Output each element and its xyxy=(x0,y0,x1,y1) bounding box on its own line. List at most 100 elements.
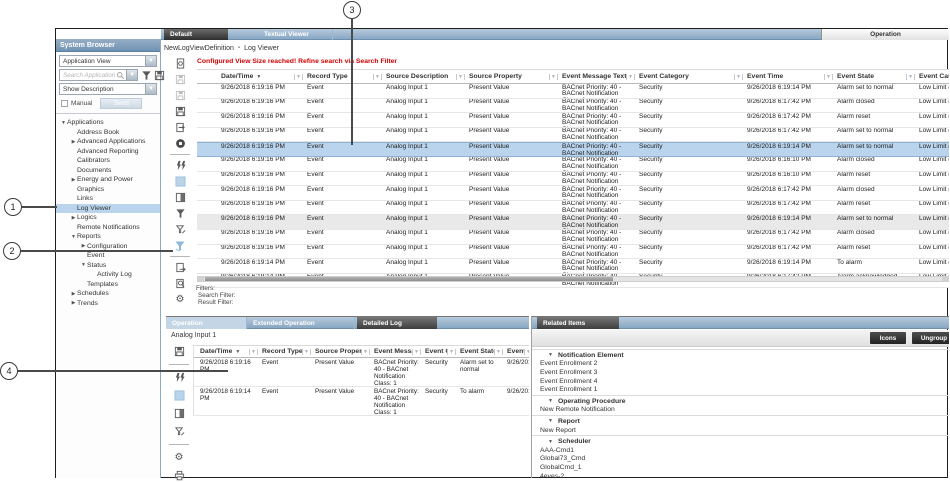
tree-item-documents[interactable]: Documents xyxy=(56,166,160,176)
tree-item-advanced-reporting[interactable]: Advanced Reporting xyxy=(56,147,160,157)
filter-edit-icon[interactable] xyxy=(172,425,186,438)
settings-icon[interactable]: ⚙ xyxy=(172,451,186,464)
related-item[interactable]: Event Enrollment 3 xyxy=(532,368,949,377)
column-header-event-time[interactable]: Event Time▼ xyxy=(745,70,835,83)
tree-item-event[interactable]: Event xyxy=(56,251,160,261)
table-row[interactable]: 9/26/2018 6:19:14 PMEventAnalog Input 1P… xyxy=(197,259,949,274)
related-item[interactable]: Event Enrollment 2 xyxy=(532,360,949,369)
table-row[interactable]: 9/26/2018 6:19:16 PMEventAnalog Input 1P… xyxy=(197,172,949,187)
table-row[interactable]: 9/26/2018 6:19:16 PMEventAnalog Input 1P… xyxy=(197,142,949,157)
column-filter-icon[interactable]: ▼ xyxy=(249,349,258,355)
related-item[interactable]: New Report xyxy=(532,426,949,435)
related-group-report[interactable]: ▼Report xyxy=(532,417,949,426)
tree-item-graphics[interactable]: Graphics xyxy=(56,185,160,195)
table-row[interactable]: 9/26/2018 6:19:16 PMEventAnalog Input 1P… xyxy=(197,230,949,245)
refresh-icon[interactable] xyxy=(173,159,187,172)
highlight-icon[interactable] xyxy=(172,389,186,402)
column-header-event-message-text[interactable]: Event Message Text▼ xyxy=(560,70,637,83)
tree-item-schedules[interactable]: ▶Schedules xyxy=(56,289,160,299)
record-stop-icon[interactable] xyxy=(173,137,187,150)
tree-item-log-viewer[interactable]: Log Viewer xyxy=(56,204,160,214)
tab-related-items[interactable]: Related Items xyxy=(537,317,619,329)
column-filter-icon[interactable]: ▼ xyxy=(824,74,833,80)
save-all-icon[interactable] xyxy=(173,105,187,118)
settings-icon[interactable]: ⚙ xyxy=(173,293,187,306)
column-filter-icon[interactable]: ▼ xyxy=(524,349,529,355)
chevron-down-icon[interactable]: ▼ xyxy=(145,84,156,94)
table-row[interactable]: 9/26/2018 6:19:16 PMEventAnalog Input 1P… xyxy=(197,99,949,114)
related-item[interactable]: AAA-Cmd1 xyxy=(532,446,949,455)
column-header-source-property[interactable]: Source Property▼ xyxy=(313,346,372,357)
send-button[interactable]: Send xyxy=(100,98,142,109)
tab-default[interactable]: Default xyxy=(164,29,228,40)
collapse-icon[interactable]: ▼ xyxy=(548,352,553,358)
tree-item-reports[interactable]: ▼Reports xyxy=(56,232,160,242)
tree-item-links[interactable]: Links xyxy=(56,194,160,204)
expand-icon[interactable]: ▶ xyxy=(70,291,77,297)
chevron-down-icon[interactable]: ▼ xyxy=(126,70,137,80)
related-item[interactable]: GlobalCmd_1 xyxy=(532,463,949,472)
column-filter-icon[interactable]: ▼ xyxy=(412,349,421,355)
filter-icon[interactable] xyxy=(141,70,152,81)
column-header-date-time[interactable]: Date/Time▼▼ xyxy=(219,70,305,83)
icons-button[interactable]: Icons xyxy=(870,332,906,344)
chevron-down-icon[interactable]: ▼ xyxy=(145,56,156,66)
tab-textual-viewer[interactable]: Textual Viewer xyxy=(241,29,333,40)
table-row[interactable]: 9/26/2018 6:19:16 PMEventAnalog Input 1P… xyxy=(197,201,949,216)
display-mode-dropdown[interactable]: Show Description ▼ xyxy=(59,83,157,95)
save-icon[interactable] xyxy=(154,70,165,81)
collapse-icon[interactable]: ▼ xyxy=(60,120,67,126)
related-item[interactable]: Event Enrollment 1 xyxy=(532,385,949,394)
export-doc-icon[interactable] xyxy=(173,121,187,134)
column-filter-icon[interactable]: ▼ xyxy=(494,349,503,355)
column-header-event-time[interactable]: Event Time▼ xyxy=(505,346,529,357)
expand-icon[interactable]: ▶ xyxy=(70,215,77,221)
column-header-event-message-text[interactable]: Event Message Text▼ xyxy=(372,346,423,357)
tree-item-logics[interactable]: ▶Logics xyxy=(56,213,160,223)
columns-icon[interactable] xyxy=(172,407,186,420)
column-header-record-type[interactable]: Record Type▼ xyxy=(260,346,313,357)
column-filter-icon[interactable]: ▼ xyxy=(734,74,743,80)
page-export-icon[interactable] xyxy=(173,261,187,274)
tree-item-trends[interactable]: ▶Trends xyxy=(56,299,160,309)
column-header-source-property[interactable]: Source Property▼ xyxy=(467,70,560,83)
related-group-operating-procedure[interactable]: ▼Operating Procedure xyxy=(532,397,949,406)
expand-icon[interactable]: ▶ xyxy=(70,177,77,183)
related-item[interactable]: Event Enrollment 4 xyxy=(532,377,949,386)
tab-operation-bottom[interactable]: Operation xyxy=(166,317,247,329)
table-row[interactable]: 9/26/2018 6:19:16 PMEventAnalog Input 1P… xyxy=(197,157,949,172)
related-group-notification-element[interactable]: ▼Notification Element xyxy=(532,351,949,360)
column-header-record-type[interactable]: Record Type▼ xyxy=(305,70,384,83)
column-header-event-category[interactable]: Event Category▼ xyxy=(423,346,458,357)
highlight-icon[interactable] xyxy=(173,175,187,188)
table-row[interactable]: 9/26/2018 6:19:16 PMEventAnalog Input 1P… xyxy=(197,245,949,260)
related-item[interactable]: New Remote Notification xyxy=(532,406,949,415)
breadcrumb-log-viewer[interactable]: Log Viewer xyxy=(244,45,279,52)
column-header-event-state[interactable]: Event State▼ xyxy=(458,346,505,357)
column-filter-icon[interactable]: ▼ xyxy=(447,349,456,355)
collapse-icon[interactable]: ▼ xyxy=(548,398,553,404)
columns-icon[interactable] xyxy=(173,191,187,204)
tree-item-activity-log[interactable]: Activity Log xyxy=(56,270,160,280)
column-filter-icon[interactable]: ▼ xyxy=(361,349,370,355)
column-header-date-time[interactable]: Date/Time▼▼ xyxy=(198,346,260,357)
related-item[interactable]: Global73_Cmd xyxy=(532,455,949,464)
table-row[interactable]: 9/26/2018 6:19:16 PMEventAnalog Input 1P… xyxy=(197,113,949,128)
tab-detailed-log[interactable]: Detailed Log xyxy=(357,317,437,329)
column-header-event-state[interactable]: Event State▼ xyxy=(835,70,917,83)
collapse-icon[interactable]: ▼ xyxy=(80,262,87,268)
tab-extended-operation[interactable]: Extended Operation xyxy=(249,317,355,329)
ungroup-button[interactable]: Ungroup xyxy=(912,332,949,344)
horizontal-scrollbar[interactable] xyxy=(197,276,949,282)
table-row[interactable]: 9/26/2018 6:19:16 PMEventPresent ValueBA… xyxy=(194,358,529,387)
column-filter-icon[interactable]: ▼ xyxy=(294,74,303,80)
view-selector-dropdown[interactable]: Application View ▼ xyxy=(59,55,157,67)
search-input[interactable]: Search Application ▼ xyxy=(59,69,138,81)
collapse-icon[interactable]: ▼ xyxy=(70,234,77,240)
refresh-icon[interactable] xyxy=(172,371,186,384)
filter-icon[interactable] xyxy=(173,207,187,220)
related-item[interactable]: 4eyes-2 xyxy=(532,472,949,478)
tree-item-templates[interactable]: Templates xyxy=(56,280,160,290)
page-preview-icon[interactable] xyxy=(173,277,187,290)
table-row[interactable]: 9/26/2018 6:19:14 PMEventPresent ValueBA… xyxy=(194,387,529,416)
